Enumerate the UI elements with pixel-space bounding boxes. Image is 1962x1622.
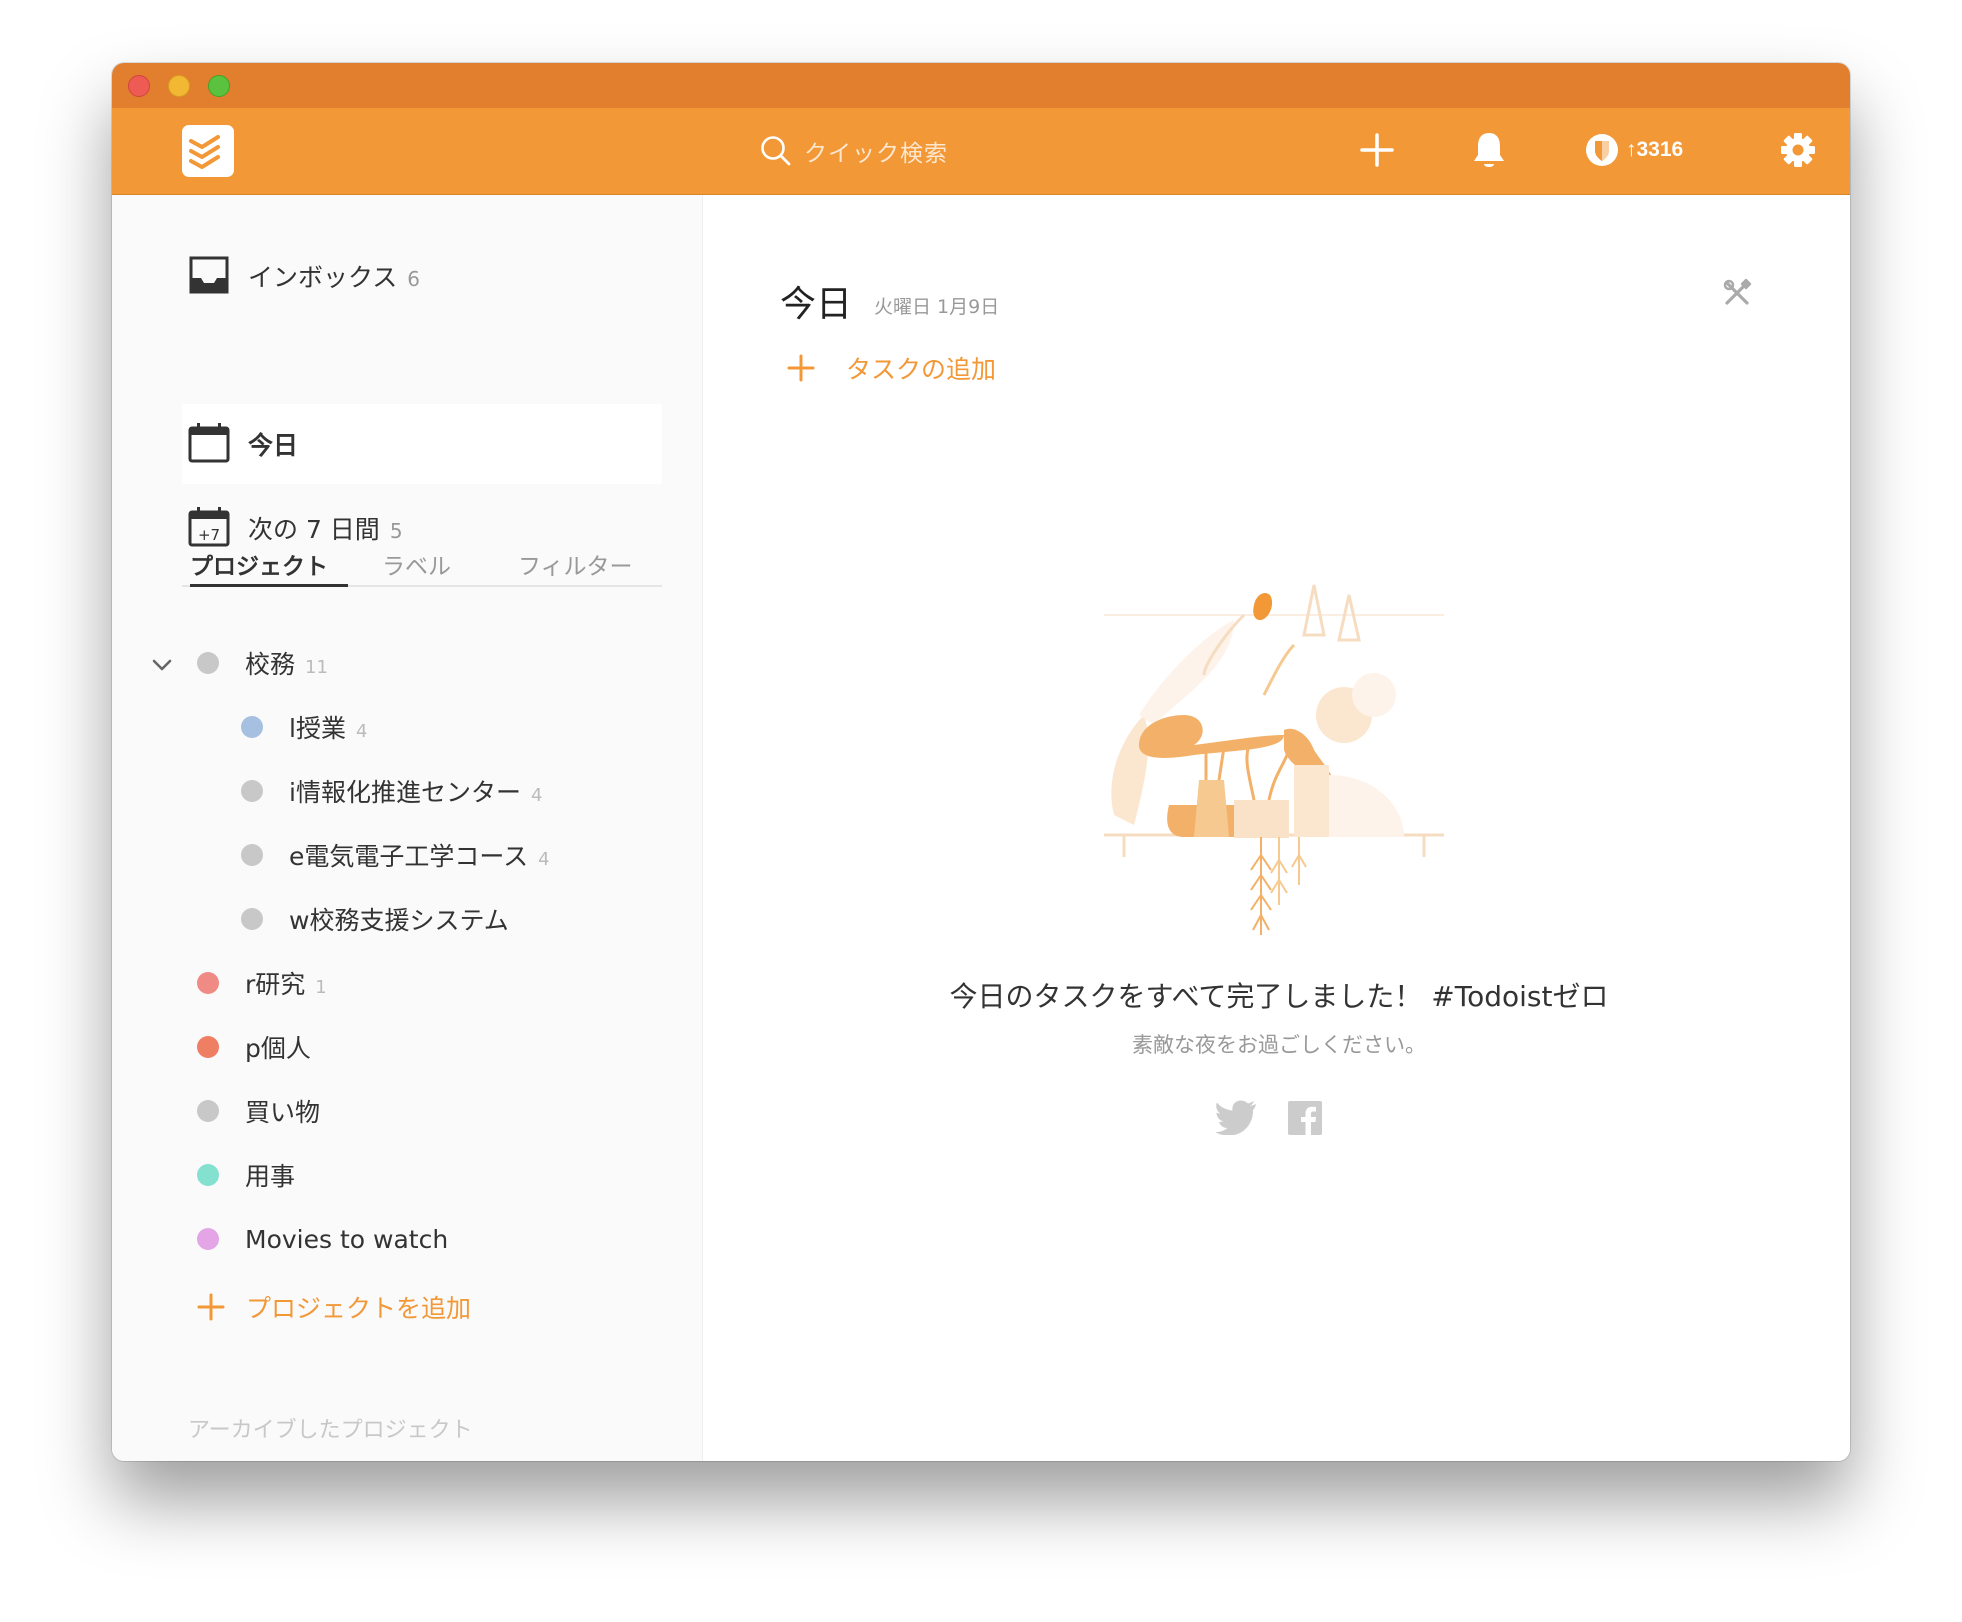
project-label: l授業 <box>289 714 346 743</box>
add-project-button[interactable]: プロジェクトを追加 <box>196 1289 471 1325</box>
tab-filters[interactable]: フィルター <box>518 547 633 587</box>
project-color-dot <box>197 652 219 674</box>
project-count: 1 <box>315 976 327 998</box>
karma-shield-icon <box>1586 134 1618 166</box>
project-color-dot <box>241 908 263 930</box>
project-label: 買い物 <box>245 1098 321 1127</box>
empty-state-subtitle: 素敵な夜をお過ごしください。 <box>1132 1033 1426 1057</box>
top-bar: クイック検索 ↑3316 <box>112 108 1850 195</box>
project-item[interactable]: w校務支援システム <box>241 899 509 939</box>
project-label: Movies to watch <box>245 1224 449 1254</box>
add-task-label: タスクの追加 <box>846 355 997 384</box>
project-item[interactable]: 用事 <box>197 1155 295 1195</box>
inbox-icon <box>189 256 229 294</box>
quick-search[interactable]: クイック検索 <box>758 130 1018 172</box>
empty-state-illustration <box>1104 584 1444 935</box>
project-count: 4 <box>530 784 543 806</box>
chevron-down-icon[interactable] <box>150 655 174 675</box>
project-item[interactable]: 買い物 <box>197 1091 320 1131</box>
project-item[interactable]: l授業 4 <box>241 707 367 747</box>
add-task-button[interactable]: タスクの追加 <box>786 350 996 386</box>
project-label: 校務 <box>245 650 296 679</box>
sidebar-item-inbox[interactable]: インボックス 6 <box>182 236 662 316</box>
project-color-dot <box>241 844 263 866</box>
settings-gear-icon[interactable] <box>1776 128 1820 172</box>
project-label: e電気電子工学コース <box>289 842 529 871</box>
close-window-button[interactable] <box>128 75 150 97</box>
project-color-dot <box>197 1164 219 1186</box>
project-count: 4 <box>355 720 368 742</box>
karma-indicator[interactable]: ↑3316 <box>1584 130 1683 170</box>
page-date: 火曜日 1月9日 <box>874 296 1000 318</box>
project-label: w校務支援システム <box>289 906 509 935</box>
main-content: 今日 火曜日 1月9日 タスクの追加 今日のタスクをすべて完了しました！ #To… <box>704 195 1850 1461</box>
sidebar-item-count: 6 <box>407 267 420 291</box>
sidebar-item-label: 今日 <box>248 431 299 460</box>
sidebar: インボックス 6 今日 +7 次の 7 日間 5 プロジェクト ラベル フィルタ… <box>112 195 703 1461</box>
project-item[interactable]: i情報化推進センター 4 <box>241 771 542 811</box>
empty-state-title: 今日のタスクをすべて完了しました！ #Todoistゼロ <box>949 980 1609 1013</box>
sidebar-item-count: 5 <box>389 519 403 543</box>
app-window: クイック検索 ↑3316 インボックス 6 今日 +7 次の 7 日間 5 プロ… <box>112 63 1850 1461</box>
project-label: r研究 <box>245 970 306 999</box>
project-item[interactable]: Movies to watch <box>197 1219 448 1259</box>
project-color-dot <box>241 780 263 802</box>
facebook-icon[interactable] <box>1288 1101 1322 1135</box>
plus-icon <box>197 1293 225 1321</box>
calendar-next7-icon: +7 <box>188 507 230 547</box>
project-item[interactable]: 校務 11 <box>197 643 328 683</box>
twitter-icon[interactable] <box>1216 1099 1258 1135</box>
search-icon <box>761 136 791 166</box>
tab-labels[interactable]: ラベル <box>382 547 451 587</box>
calendar-today-icon <box>188 423 230 463</box>
add-project-label: プロジェクトを追加 <box>246 1294 472 1323</box>
archived-projects-link[interactable]: アーカイブしたプロジェクト <box>188 1412 473 1444</box>
project-color-dot <box>197 1100 219 1122</box>
next7-badge: +7 <box>198 526 220 544</box>
notification-bell-icon[interactable] <box>1469 128 1509 172</box>
project-label: 用事 <box>245 1162 296 1191</box>
zoom-window-button[interactable] <box>208 75 230 97</box>
search-placeholder: クイック検索 <box>804 141 948 167</box>
project-color-dot <box>197 1036 219 1058</box>
quick-add-icon[interactable] <box>1357 130 1397 170</box>
tab-projects[interactable]: プロジェクト <box>190 547 348 587</box>
project-label: i情報化推進センター <box>289 778 521 807</box>
sidebar-item-label: インボックス <box>248 263 398 292</box>
project-count: 4 <box>538 848 550 870</box>
project-color-dot <box>241 716 263 738</box>
project-item[interactable]: r研究 1 <box>197 963 327 1003</box>
todoist-logo-icon[interactable] <box>182 125 234 177</box>
plus-icon <box>787 354 815 382</box>
minimize-window-button[interactable] <box>168 75 190 97</box>
window-titlebar <box>112 63 1850 108</box>
karma-score: ↑3316 <box>1626 138 1684 161</box>
sidebar-tabs: プロジェクト ラベル フィルター <box>182 547 662 587</box>
project-item[interactable]: e電気電子工学コース 4 <box>241 835 550 875</box>
project-color-dot <box>197 972 219 994</box>
project-item[interactable]: p個人 <box>197 1027 311 1067</box>
page-title: 今日 <box>780 284 853 325</box>
sidebar-item-today[interactable]: 今日 <box>182 404 662 484</box>
project-label: p個人 <box>245 1034 311 1063</box>
sidebar-item-label: 次の 7 日間 <box>248 515 380 544</box>
project-count: 11 <box>305 656 328 678</box>
view-options-tools-icon[interactable] <box>1721 277 1753 309</box>
project-color-dot <box>197 1228 219 1250</box>
